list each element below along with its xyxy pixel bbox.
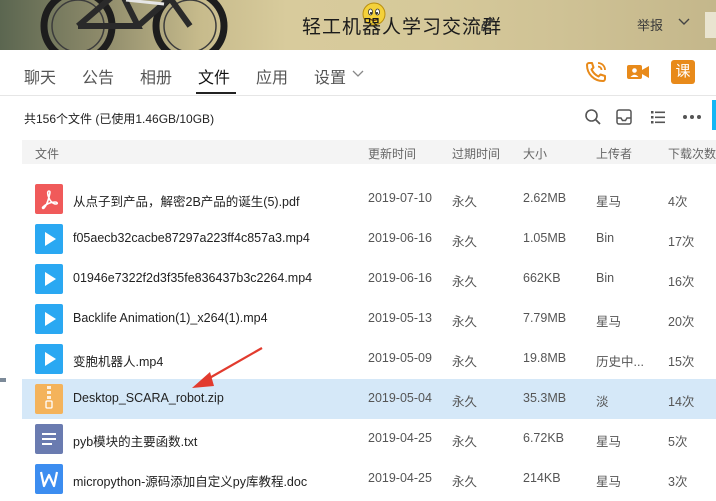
- file-download-count: 4次: [668, 195, 688, 209]
- file-name[interactable]: Backlife Animation(1)_x264(1).mp4: [73, 311, 268, 325]
- file-row[interactable]: f05aecb32cacbe87297a223ff4c857a3.mp4 201…: [22, 219, 716, 259]
- file-row[interactable]: Desktop_SCARA_robot.zip 2019-05-04 永久 35…: [22, 379, 716, 419]
- file-name[interactable]: 变胞机器人.mp4: [73, 351, 163, 370]
- file-download-count: 5次: [668, 435, 688, 449]
- edit-pencil-icon[interactable]: [479, 15, 495, 31]
- file-expiry: 永久: [452, 195, 478, 209]
- phone-icon[interactable]: [584, 60, 608, 84]
- file-row[interactable]: 从点子到产品，解密2B产品的诞生(5).pdf 2019-07-10 永久 2.…: [22, 179, 716, 219]
- file-summary: 共156个文件 (已使用1.46GB/10GB): [24, 112, 215, 126]
- file-updated-date: 2019-05-04: [368, 391, 432, 405]
- zip-icon: [35, 384, 63, 414]
- file-row[interactable]: micropython-源码添加自定义py库教程.doc 2019-04-25 …: [22, 459, 716, 499]
- tab-settings[interactable]: 设置: [314, 64, 346, 88]
- file-name[interactable]: f05aecb32cacbe87297a223ff4c857a3.mp4: [73, 231, 310, 245]
- file-uploader[interactable]: 星马: [596, 191, 621, 210]
- file-size: 1.05MB: [523, 231, 567, 245]
- column-file[interactable]: 文件: [35, 145, 59, 162]
- file-expiry: 永久: [452, 435, 478, 449]
- file-row[interactable]: 变胞机器人.mp4 2019-05-09 永久 19.8MB 历史中... 15…: [22, 339, 716, 379]
- file-uploader[interactable]: 星马: [596, 311, 621, 330]
- inbox-icon[interactable]: [615, 108, 633, 126]
- file-row[interactable]: Backlife Animation(1)_x264(1).mp4 2019-0…: [22, 299, 716, 339]
- window-edge: [705, 12, 716, 38]
- file-expiry: 永久: [452, 235, 478, 249]
- report-button[interactable]: 举报: [637, 15, 663, 34]
- doc-icon: [35, 464, 63, 494]
- file-download-count: 16次: [668, 275, 695, 289]
- column-expires[interactable]: 过期时间: [452, 145, 500, 162]
- file-expiry: 永久: [452, 315, 478, 329]
- file-size: 35.3MB: [523, 391, 567, 405]
- file-size: 6.72KB: [523, 431, 565, 445]
- chevron-down-icon[interactable]: [678, 17, 690, 27]
- file-name[interactable]: pyb模块的主要函数.txt: [73, 431, 197, 450]
- file-name[interactable]: 从点子到产品，解密2B产品的诞生(5).pdf: [73, 191, 299, 210]
- file-download-count: 15次: [668, 355, 695, 369]
- file-size: 19.8MB: [523, 351, 567, 365]
- video-icon: [35, 344, 63, 374]
- tab-album[interactable]: 相册: [140, 64, 172, 88]
- file-uploader[interactable]: 历史中...: [596, 351, 644, 370]
- file-row[interactable]: 01946e7322f2d3f35fe836437b3c2264.mp4 201…: [22, 259, 716, 299]
- file-download-count: 3次: [668, 475, 688, 489]
- column-uploader[interactable]: 上传者: [596, 145, 632, 162]
- more-options-icon[interactable]: [681, 108, 703, 126]
- video-icon: [35, 304, 63, 334]
- file-table-header: 文件 更新时间 过期时间 大小 上传者 下载次数: [22, 140, 716, 164]
- file-updated-date: 2019-04-25: [368, 471, 432, 485]
- column-updated[interactable]: 更新时间: [368, 145, 416, 162]
- file-download-count: 17次: [668, 235, 695, 249]
- video-icon: [35, 224, 63, 254]
- tab-files[interactable]: 文件: [198, 64, 230, 88]
- file-updated-date: 2019-04-25: [368, 431, 432, 445]
- chevron-down-icon[interactable]: [352, 70, 364, 78]
- file-download-count: 20次: [668, 315, 695, 329]
- file-expiry: 永久: [452, 355, 478, 369]
- file-name[interactable]: Desktop_SCARA_robot.zip: [73, 391, 224, 405]
- file-uploader[interactable]: Bin: [596, 231, 614, 245]
- file-name[interactable]: micropython-源码添加自定义py库教程.doc: [73, 471, 307, 490]
- group-header-banner: 轻工机器人学习交流群 举报: [0, 0, 716, 50]
- file-uploader[interactable]: Bin: [596, 271, 614, 285]
- active-tab-indicator: [196, 92, 236, 94]
- lesson-button[interactable]: 课: [671, 60, 695, 84]
- file-size: 214KB: [523, 471, 561, 485]
- file-updated-date: 2019-06-16: [368, 231, 432, 245]
- file-expiry: 永久: [452, 275, 478, 289]
- tab-apps[interactable]: 应用: [256, 64, 288, 88]
- file-updated-date: 2019-07-10: [368, 191, 432, 205]
- file-updated-date: 2019-05-13: [368, 311, 432, 325]
- file-uploader[interactable]: 星马: [596, 431, 621, 450]
- file-row[interactable]: pyb模块的主要函数.txt 2019-04-25 永久 6.72KB 星马 5…: [22, 419, 716, 459]
- txt-icon: [35, 424, 63, 454]
- bicycle-banner-image: [40, 0, 228, 50]
- window-edge-marker: [0, 378, 6, 382]
- file-updated-date: 2019-06-16: [368, 271, 432, 285]
- window-accent-edge: [712, 100, 716, 130]
- pdf-icon: [35, 184, 63, 214]
- file-size: 2.62MB: [523, 191, 567, 205]
- search-icon[interactable]: [584, 108, 602, 126]
- file-uploader[interactable]: 淡: [596, 391, 609, 410]
- file-expiry: 永久: [452, 475, 478, 489]
- file-updated-date: 2019-05-09: [368, 351, 432, 365]
- group-title: 轻工机器人学习交流群: [302, 17, 503, 38]
- file-size: 662KB: [523, 271, 561, 285]
- file-name[interactable]: 01946e7322f2d3f35fe836437b3c2264.mp4: [73, 271, 312, 285]
- video-icon: [35, 264, 63, 294]
- file-size: 7.79MB: [523, 311, 567, 325]
- tab-announcements[interactable]: 公告: [82, 64, 114, 88]
- video-call-icon[interactable]: [626, 60, 650, 84]
- file-download-count: 14次: [668, 395, 695, 409]
- column-downloads[interactable]: 下载次数: [668, 145, 716, 162]
- column-size[interactable]: 大小: [523, 145, 547, 162]
- file-uploader[interactable]: 星马: [596, 471, 621, 490]
- list-view-icon[interactable]: [649, 108, 667, 126]
- tab-chat[interactable]: 聊天: [24, 64, 56, 88]
- file-expiry: 永久: [452, 395, 478, 409]
